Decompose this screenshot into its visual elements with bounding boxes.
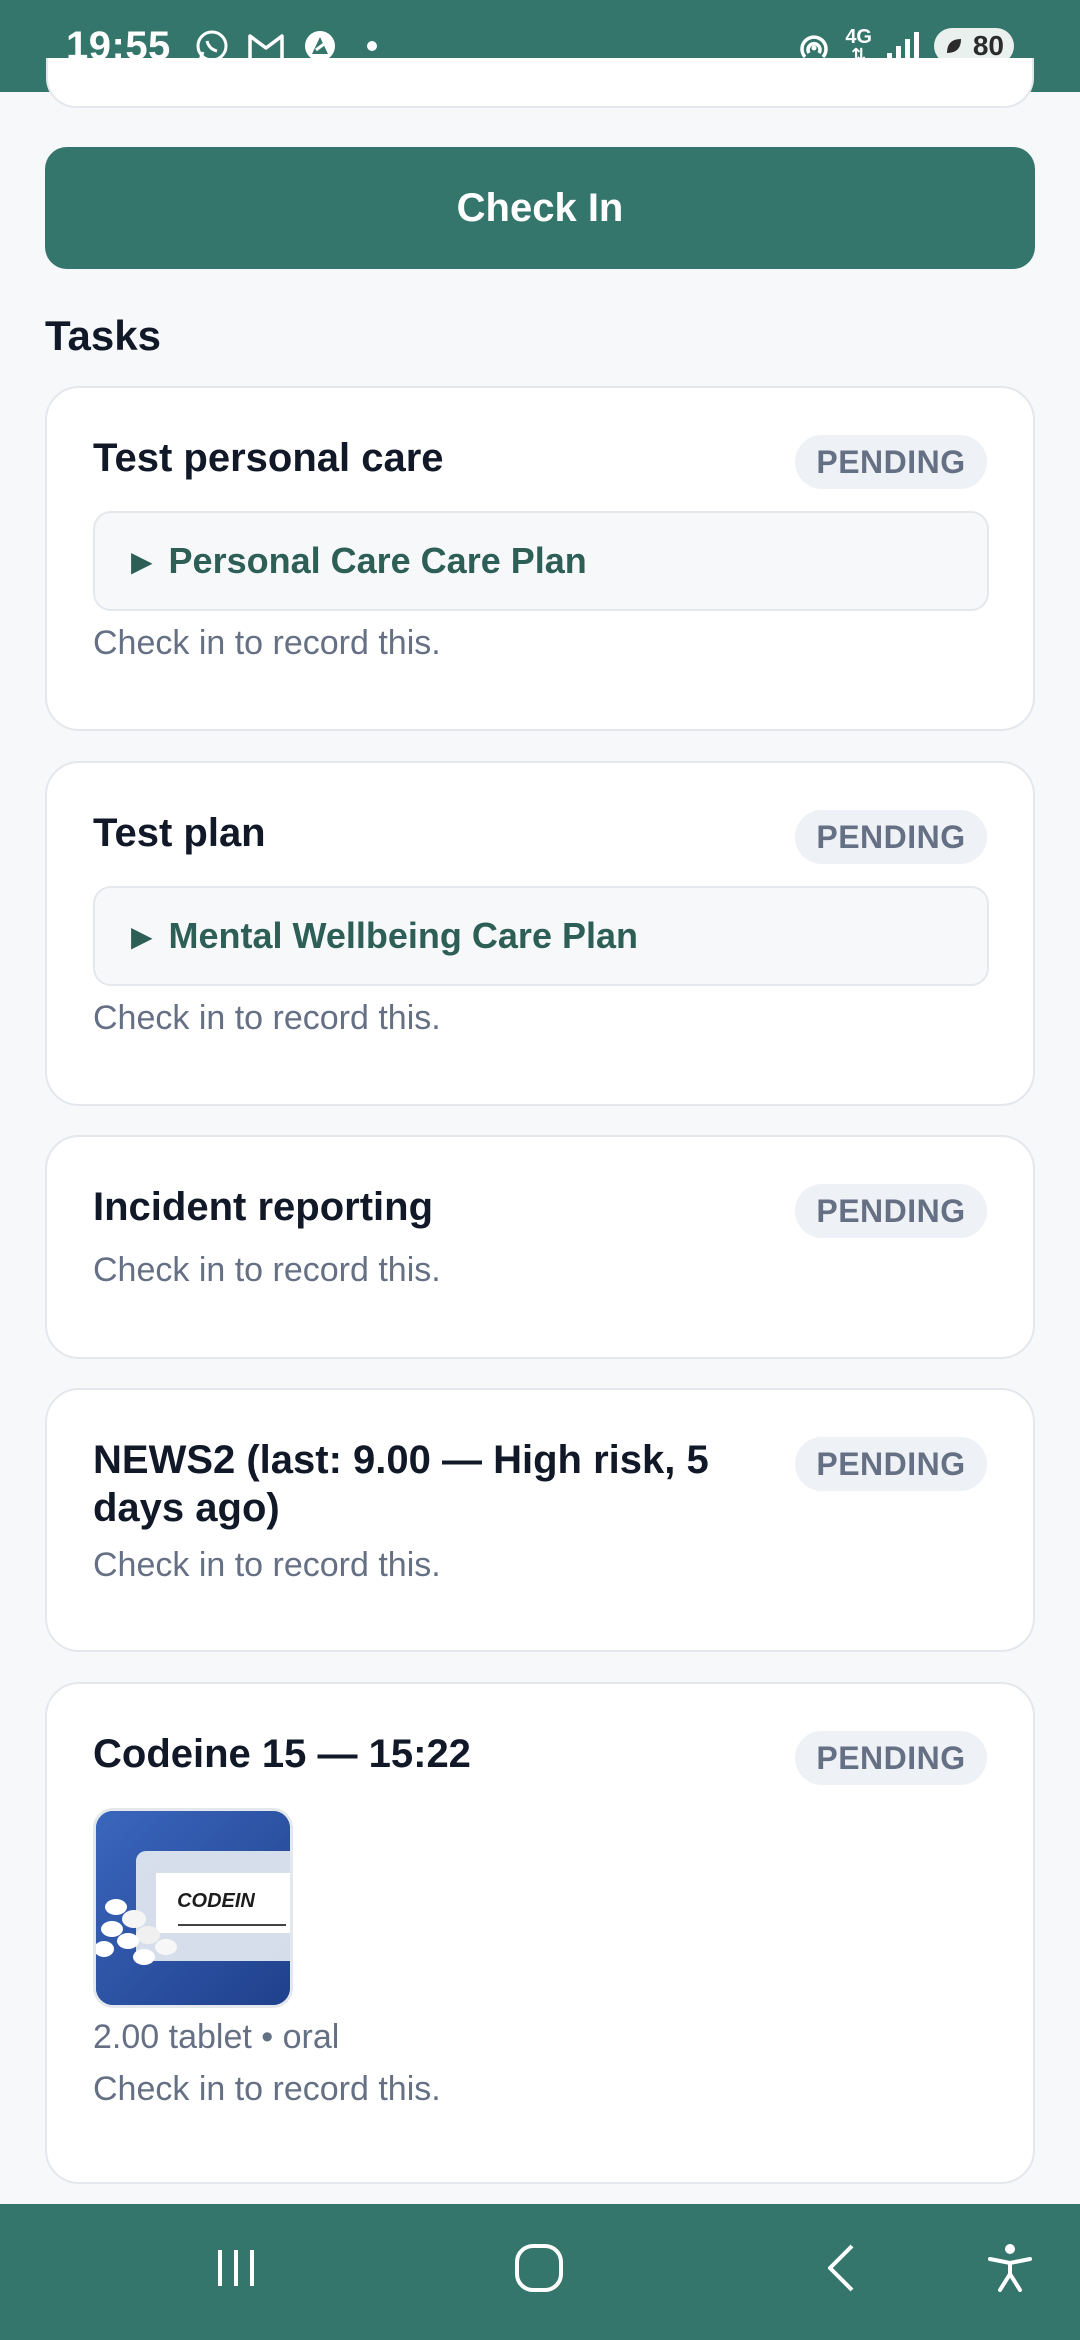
check-in-hint: Check in to record this. (93, 999, 441, 1037)
home-button[interactable] (509, 2238, 569, 2298)
check-in-hint: Check in to record this. (93, 1546, 441, 1584)
task-title: Test personal care (93, 436, 444, 480)
back-icon (828, 2244, 854, 2292)
battery-saver-icon (947, 39, 961, 53)
status-badge: PENDING (795, 1731, 987, 1785)
task-title: Incident reporting (93, 1185, 433, 1229)
care-plan-toggle[interactable]: ▶ Personal Care Care Plan (93, 511, 989, 611)
task-card: Codeine 15 — 15:22 PENDING CODEIN 2.00 t… (45, 1682, 1035, 2184)
check-in-hint: Check in to record this. (93, 2070, 441, 2108)
status-badge: PENDING (795, 435, 987, 489)
more-notifications-dot (366, 41, 377, 51)
recent-apps-button[interactable] (206, 2238, 266, 2298)
task-card: Test personal care PENDING ▶ Personal Ca… (45, 386, 1035, 731)
home-icon (515, 2244, 563, 2292)
task-title: Test plan (93, 811, 266, 855)
previous-card-edge (46, 58, 1034, 108)
accessibility-icon (988, 2244, 1032, 2292)
dose-info: 2.00 tablet • oral (93, 2018, 340, 2056)
care-plan-label: Personal Care Care Plan (168, 540, 587, 581)
pill-bottle-icon: CODEIN (96, 1811, 290, 2005)
task-card: Incident reporting PENDING Check in to r… (45, 1135, 1035, 1359)
bottle-label-text: CODEIN (177, 1890, 255, 1912)
status-badge: PENDING (795, 1437, 987, 1491)
back-button[interactable] (812, 2238, 872, 2298)
app-screen: 19:55 4G ⇅ 80 Check In Tasks Test person… (0, 0, 1080, 2340)
expand-arrow-icon: ▶ (131, 920, 153, 952)
task-card: NEWS2 (last: 9.00 — High risk, 5 days ag… (45, 1388, 1035, 1652)
accessibility-button[interactable] (980, 2238, 1040, 2298)
medication-image[interactable]: CODEIN (93, 1808, 293, 2008)
status-badge: PENDING (795, 810, 987, 864)
check-in-hint: Check in to record this. (93, 1251, 441, 1289)
tasks-heading: Tasks (45, 312, 161, 359)
expand-arrow-icon: ▶ (131, 545, 153, 577)
system-nav-bar (0, 2204, 1080, 2340)
check-in-button[interactable]: Check In (45, 147, 1035, 269)
task-title-line-2: days ago) (93, 1486, 280, 1530)
status-badge: PENDING (795, 1184, 987, 1238)
task-title: Codeine 15 — 15:22 (93, 1732, 471, 1776)
check-in-label: Check In (456, 185, 624, 230)
care-plan-label: Mental Wellbeing Care Plan (168, 915, 638, 956)
task-title-line-1: NEWS2 (last: 9.00 — High risk, 5 (93, 1438, 709, 1482)
task-card: Test plan PENDING ▶ Mental Wellbeing Car… (45, 761, 1035, 1106)
care-plan-toggle[interactable]: ▶ Mental Wellbeing Care Plan (93, 886, 989, 986)
recent-apps-icon (218, 2250, 254, 2286)
check-in-hint: Check in to record this. (93, 624, 441, 662)
